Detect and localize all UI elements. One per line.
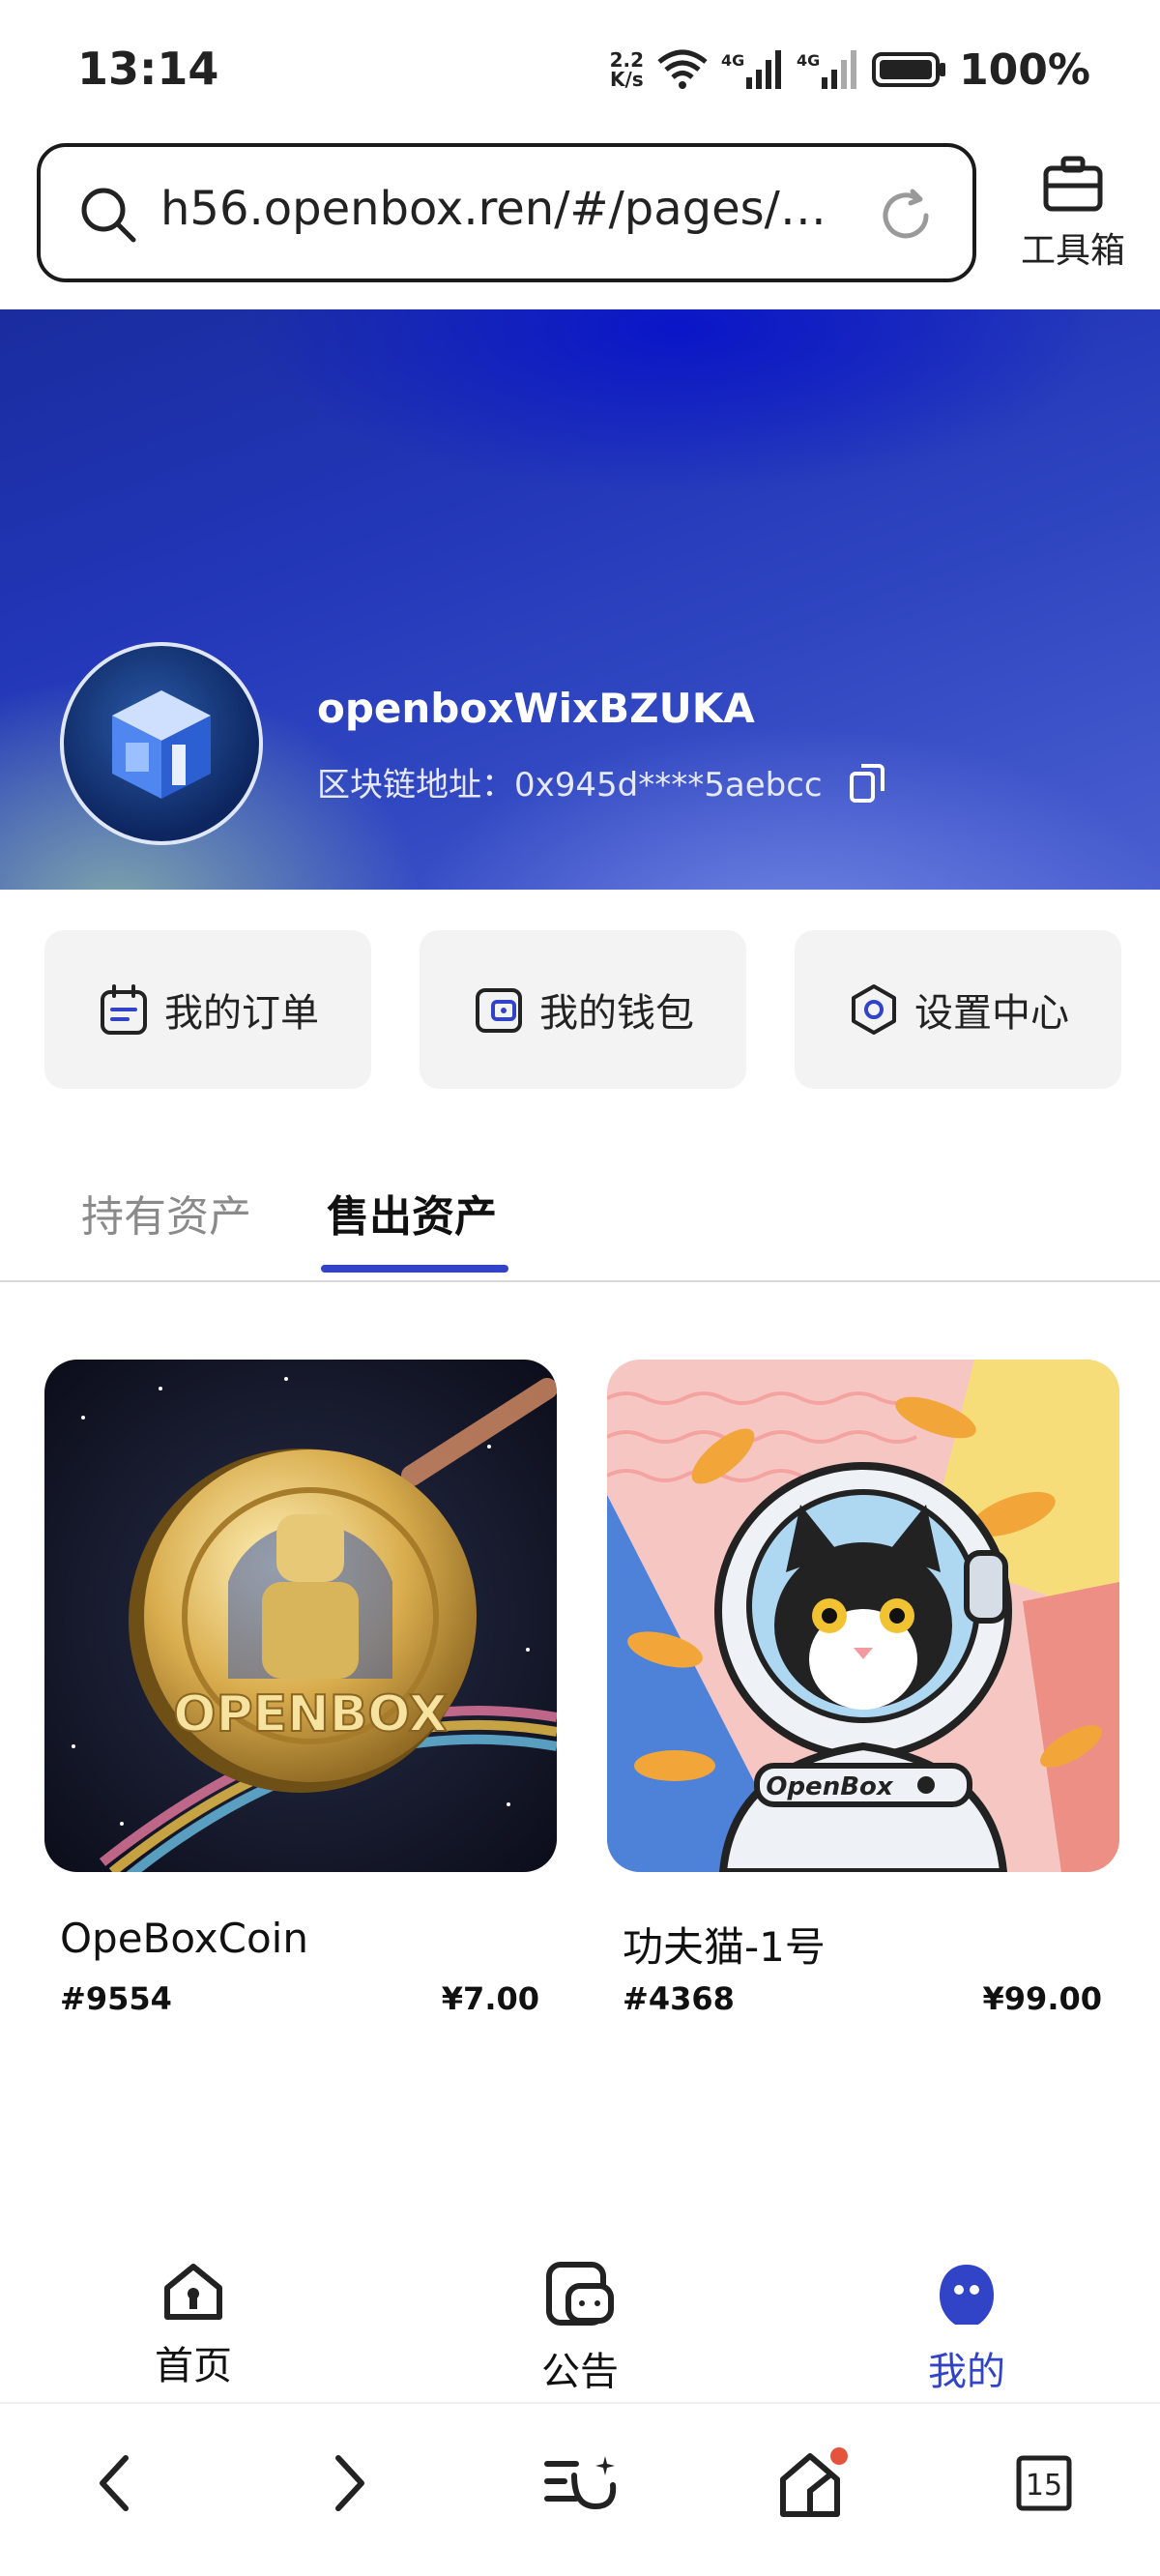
browser-home-icon [780, 2447, 848, 2517]
tabs-count-icon: 15 [1016, 2455, 1072, 2511]
avatar[interactable] [60, 642, 263, 845]
wallet-icon [476, 988, 522, 1033]
product-image-coin[interactable]: OPENBOX [44, 1360, 557, 1872]
signal-icon: 4G [721, 50, 782, 89]
product-price: ¥99.00 [982, 1980, 1102, 2017]
settings-center-label: 设置中心 [914, 991, 1069, 1036]
toolbox-icon [1043, 156, 1103, 212]
nav-announcements-label: 公告 [541, 2350, 619, 2394]
nav-home[interactable]: 首页 [97, 2261, 290, 2390]
search-icon [81, 188, 136, 243]
my-wallet-label: 我的钱包 [539, 991, 694, 1036]
my-orders-button[interactable]: 我的订单 [44, 930, 371, 1089]
nav-mine-label: 我的 [928, 2350, 1005, 2394]
home-page-button[interactable] [773, 2444, 851, 2522]
back-button[interactable] [75, 2444, 153, 2522]
product-id: #4368 [623, 1980, 735, 2017]
svg-text:OpenBox: OpenBox [766, 1772, 894, 1801]
url-text[interactable]: h56.openbox.ren/#/pages/my... [160, 182, 856, 236]
tab-sold-assets[interactable]: 售出资产 [327, 1182, 497, 1244]
menu-icon [544, 2456, 617, 2510]
svg-text:OPENBOX: OPENBOX [173, 1685, 447, 1743]
settings-center-button[interactable]: 设置中心 [795, 930, 1121, 1089]
chain-address-text: 区块链地址：0x945d****5aebcc [317, 766, 823, 805]
product-name[interactable]: OpeBoxCoin [60, 1915, 308, 1962]
svg-text:4G: 4G [721, 51, 744, 70]
product-price: ¥7.00 [441, 1980, 539, 2017]
nav-announcements[interactable]: 公告 [483, 2261, 677, 2396]
coin-artwork: OPENBOX [44, 1360, 557, 1872]
profile-icon [940, 2265, 994, 2325]
home-icon [164, 2264, 222, 2320]
chevron-right-icon [335, 2455, 364, 2511]
battery-icon [872, 52, 946, 87]
notification-dot [830, 2447, 848, 2465]
active-tab-indicator [321, 1265, 508, 1273]
toolbox-button[interactable]: 工具箱 [1005, 155, 1141, 273]
openbox-logo-icon [112, 690, 211, 799]
svg-text:15: 15 [1026, 2469, 1062, 2503]
menu-button[interactable] [541, 2444, 619, 2522]
status-time: 13:14 [77, 43, 219, 95]
signal-icon-2: 4G [797, 50, 857, 89]
battery-percent: 100% [959, 44, 1090, 95]
status-icons: 2.2 K/s 4G 4G 100% [610, 43, 1090, 97]
product-name[interactable]: 功夫猫-1号 [623, 1915, 826, 1974]
product-image-cat[interactable]: OpenBox [607, 1360, 1119, 1872]
my-orders-label: 我的订单 [164, 991, 319, 1036]
tab-divider [0, 1280, 1160, 1282]
nav-divider [0, 2402, 1160, 2404]
wifi-icon [657, 49, 708, 89]
settings-icon [852, 984, 896, 1035]
copy-icon[interactable] [848, 760, 886, 805]
forward-button[interactable] [311, 2444, 389, 2522]
chevron-left-icon [100, 2455, 129, 2511]
network-speed: 2.2 K/s [609, 48, 645, 91]
announcement-icon [546, 2262, 614, 2326]
address-bar[interactable]: h56.openbox.ren/#/pages/my... [37, 143, 976, 282]
my-wallet-button[interactable]: 我的钱包 [420, 930, 746, 1089]
svg-text:4G: 4G [797, 51, 820, 70]
product-id: #9554 [60, 1980, 172, 2017]
nav-mine[interactable]: 我的 [870, 2261, 1063, 2396]
reload-icon[interactable] [878, 188, 934, 244]
chain-address-row: 区块链地址：0x945d****5aebcc [317, 758, 886, 805]
tabs-button[interactable]: 15 [1005, 2444, 1083, 2522]
astronaut-cat-artwork: OpenBox [607, 1360, 1119, 1872]
status-bar: 13:14 2.2 K/s 4G 4G 100% [0, 0, 1160, 135]
toolbox-label: 工具箱 [1020, 231, 1125, 271]
nav-home-label: 首页 [155, 2344, 232, 2388]
calendar-icon [101, 984, 147, 1035]
username: openboxWixBZUKA [317, 685, 755, 732]
tab-held-assets[interactable]: 持有资产 [81, 1182, 251, 1244]
